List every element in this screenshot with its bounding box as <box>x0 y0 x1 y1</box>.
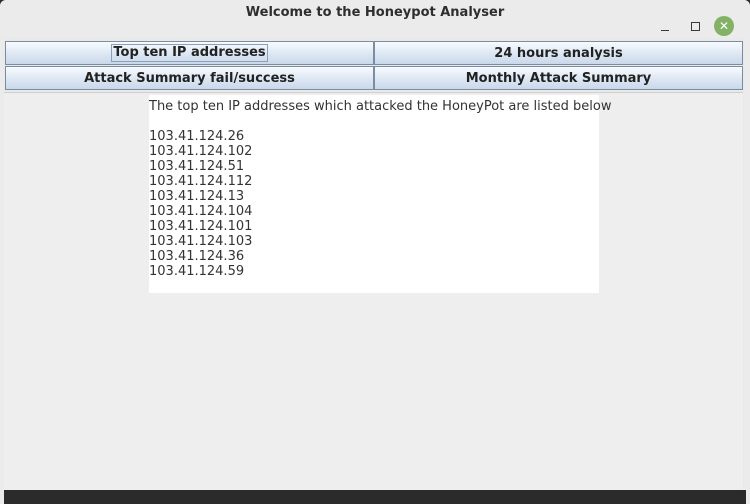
ip-list-item: 103.41.124.26 <box>149 129 245 144</box>
window-border-right <box>744 38 750 504</box>
results-panel: The top ten IP addresses which attacked … <box>149 95 611 293</box>
window-title: Welcome to the Honeypot Analyser <box>245 5 505 20</box>
desktop-background <box>4 490 746 504</box>
minimize-button[interactable] <box>654 15 676 37</box>
attack-summary-button[interactable]: Attack Summary fail/success <box>5 66 374 90</box>
title-bar[interactable]: Welcome to the Honeypot Analyser ✕ <box>0 0 750 38</box>
ip-list: 103.41.124.26 103.41.124.102 103.41.124.… <box>149 129 252 279</box>
ip-list-item: 103.41.124.13 <box>149 189 245 204</box>
toolbar: Top ten IP addresses 24 hours analysis A… <box>4 40 744 92</box>
24-hours-analysis-button[interactable]: 24 hours analysis <box>374 41 743 65</box>
attack-summary-label: Attack Summary fail/success <box>84 70 295 86</box>
top-ten-ip-button[interactable]: Top ten IP addresses <box>5 41 374 65</box>
ip-list-item: 103.41.124.51 <box>149 159 245 174</box>
top-ten-ip-label: Top ten IP addresses <box>111 44 268 62</box>
ip-list-item: 103.41.124.59 <box>149 264 245 279</box>
ip-list-item: 103.41.124.36 <box>149 249 245 264</box>
ip-list-item: 103.41.124.102 <box>149 144 253 159</box>
ip-list-item: 103.41.124.112 <box>149 174 253 189</box>
maximize-button[interactable] <box>684 15 706 37</box>
app-window: Welcome to the Honeypot Analyser ✕ Top t… <box>0 0 750 504</box>
close-icon: ✕ <box>718 19 730 33</box>
ip-list-item: 103.41.124.104 <box>149 204 253 219</box>
minimize-icon <box>661 29 669 31</box>
24-hours-analysis-label: 24 hours analysis <box>494 45 623 61</box>
close-button[interactable]: ✕ <box>714 16 734 36</box>
results-heading: The top ten IP addresses which attacked … <box>149 99 612 114</box>
content-area: The top ten IP addresses which attacked … <box>4 92 743 491</box>
ip-list-item: 103.41.124.103 <box>149 234 253 249</box>
monthly-attack-summary-label: Monthly Attack Summary <box>465 70 652 86</box>
maximize-icon <box>690 21 700 31</box>
ip-list-item: 103.41.124.101 <box>149 219 253 234</box>
monthly-attack-summary-button[interactable]: Monthly Attack Summary <box>374 66 743 90</box>
